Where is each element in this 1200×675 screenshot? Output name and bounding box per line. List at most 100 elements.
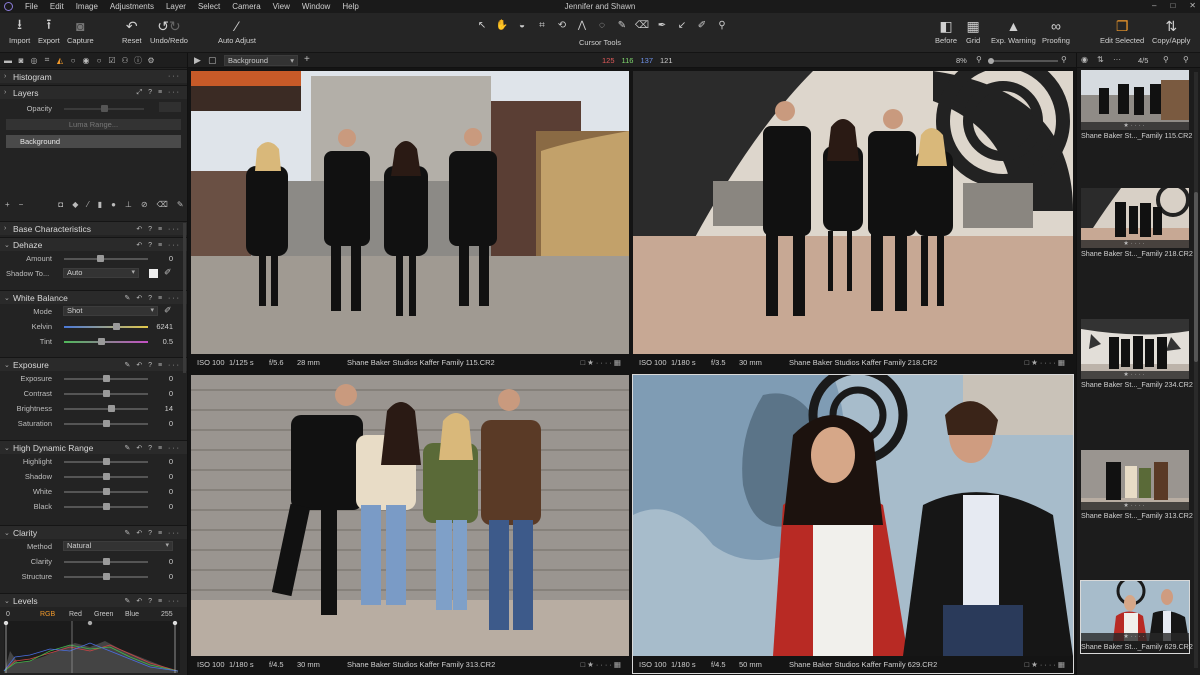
section-controls-icon[interactable]: ✎ ↶ ? ≡ ··· — [125, 444, 181, 452]
section-controls-icon[interactable]: ✎ ↶ ? ≡ ··· — [125, 597, 181, 605]
thumbnail-218[interactable]: ★···· Shane Baker St..._Family 218.CR2 — [1081, 188, 1193, 260]
spot-removal-icon[interactable]: ◌ — [594, 18, 610, 32]
black-slider[interactable] — [64, 503, 148, 510]
undo-redo-button[interactable]: ↺ ↻ Undo/Redo — [150, 16, 188, 46]
crop-icon[interactable]: ⌗ — [534, 18, 550, 32]
viewer-cell-218[interactable]: ISO 100 1/180 s f/3.5 30 mm Shane Baker … — [633, 71, 1073, 371]
lens-tab-icon[interactable]: ◎ — [30, 56, 38, 65]
opacity-value[interactable] — [159, 102, 181, 112]
proofing-button[interactable]: ∞ Proofing — [1042, 16, 1070, 45]
auto-adjust-button[interactable]: ⁄ Auto Adjust — [218, 16, 256, 45]
contrast-slider[interactable] — [64, 390, 148, 397]
layer-select-dropdown[interactable]: Background ▾ — [224, 55, 298, 66]
mask-icon[interactable]: ◘ — [58, 200, 63, 209]
opacity-slider[interactable] — [64, 105, 144, 112]
pen-mask-icon[interactable]: ⁄ — [87, 200, 88, 209]
minimize-button[interactable]: – — [1152, 1, 1156, 10]
exposure-tab-icon[interactable]: ◭ — [56, 56, 64, 65]
copy-apply-button[interactable]: ⇅ Copy/Apply — [1152, 16, 1190, 46]
tint-slider[interactable] — [64, 338, 148, 345]
gradient-icon[interactable]: ↙ — [674, 18, 690, 32]
library-tab-icon[interactable]: ▬ — [4, 56, 12, 65]
pen-icon[interactable]: ✒ — [654, 18, 670, 32]
channel-red[interactable]: Red — [69, 611, 82, 618]
menu-camera[interactable]: Camera — [232, 2, 260, 11]
luma-range-button[interactable]: Luma Range... — [6, 119, 181, 130]
menu-edit[interactable]: Edit — [50, 2, 64, 11]
white-balance-header[interactable]: ⌄ White Balance ✎ ↶ ? ≡ ··· — [0, 290, 187, 304]
rating-stars[interactable]: □★····▦ — [1025, 660, 1067, 669]
search-icon[interactable]: ⚲ — [1163, 55, 1169, 64]
rating-stars[interactable]: □★····▦ — [581, 660, 623, 669]
remove-layer-icon[interactable]: − — [19, 200, 24, 209]
crop-tab-icon[interactable]: ⌗ — [43, 55, 51, 64]
saturation-slider[interactable] — [64, 420, 148, 427]
capture-button[interactable]: ◙ Capture — [67, 16, 94, 45]
wb-mode-dropdown[interactable]: Shot — [63, 306, 158, 316]
color-picker-icon[interactable]: ✐ — [694, 18, 710, 32]
highlight-slider[interactable] — [64, 458, 148, 465]
layer-item-background[interactable]: Background — [6, 135, 181, 148]
dehaze-header[interactable]: ⌄ Dehaze ↶ ? ≡ ··· — [0, 237, 187, 251]
details-tab-icon[interactable]: ◉ — [82, 56, 90, 65]
layers-header[interactable]: › Layers ⤢ ? ≡ ··· — [0, 85, 187, 99]
white-slider[interactable] — [64, 488, 148, 495]
eye-icon[interactable]: ◉ — [1081, 55, 1088, 64]
viewer-cell-629[interactable]: ISO 100 1/180 s f/4.5 50 mm Shane Baker … — [632, 374, 1074, 674]
rotate-icon[interactable]: ⟲ — [554, 18, 570, 32]
levels-histogram[interactable] — [0, 621, 187, 673]
shadow-tone-dropdown[interactable]: Auto — [63, 268, 139, 278]
info-tab-icon[interactable]: ⓘ — [134, 56, 142, 65]
clarity-header[interactable]: ⌄ Clarity ✎ ↶ ? ≡ ··· — [0, 525, 187, 539]
menu-select[interactable]: Select — [198, 2, 220, 11]
channel-rgb[interactable]: RGB — [40, 611, 55, 618]
linear-gradient-icon[interactable]: ▮ — [98, 200, 102, 209]
photo-629[interactable] — [633, 375, 1073, 656]
single-view-icon[interactable]: ▢ — [208, 55, 217, 66]
thumbnail-629-selected[interactable]: ★···· Shane Baker St..._Family 629.CR2 — [1080, 580, 1193, 654]
menu-image[interactable]: Image — [76, 2, 98, 11]
section-controls-icon[interactable]: ↶ ? ≡ ··· — [136, 241, 181, 249]
levels-min[interactable]: 0 — [6, 611, 10, 618]
zoom-out-icon[interactable]: ⚲ — [976, 55, 982, 64]
color-tab-icon[interactable]: ○ — [69, 56, 77, 65]
keystone-icon[interactable]: ⋀ — [574, 18, 590, 32]
histogram-header[interactable]: › Histogram ··· — [0, 69, 187, 83]
zoom-in-icon[interactable]: ⚲ — [1061, 55, 1067, 64]
erase-mask-icon[interactable]: ⌫ — [157, 200, 168, 209]
radial-gradient-icon[interactable]: ● — [111, 200, 116, 209]
kelvin-slider[interactable] — [64, 323, 148, 330]
zoom-slider[interactable] — [988, 58, 1058, 64]
edit-selected-button[interactable]: ❐ Edit Selected — [1100, 16, 1144, 46]
more-icon[interactable]: ··· — [168, 73, 181, 80]
rating-stars[interactable]: □★····▦ — [581, 358, 623, 367]
clarity-slider[interactable] — [64, 558, 148, 565]
select-cursor-icon[interactable]: ↖ — [474, 18, 490, 32]
photo-218[interactable] — [633, 71, 1073, 354]
metadata-tab-icon[interactable]: ☑ — [108, 56, 116, 65]
output-tab-icon[interactable]: ⚇ — [121, 56, 129, 65]
photo-115[interactable] — [191, 71, 629, 354]
color-swatch[interactable] — [149, 269, 158, 278]
section-controls-icon[interactable]: ⤢ ? ≡ ··· — [137, 89, 181, 97]
add-layer-icon[interactable]: + — [304, 54, 310, 65]
wb-picker-icon[interactable]: ✐ — [164, 305, 172, 316]
brightness-slider[interactable] — [64, 405, 148, 412]
section-controls-icon[interactable]: ✎ ↶ ? ≡ ··· — [125, 294, 181, 302]
section-controls-icon[interactable]: ↶ ? ≡ ··· — [136, 225, 181, 233]
menu-help[interactable]: Help — [342, 2, 358, 11]
menu-adjustments[interactable]: Adjustments — [110, 2, 154, 11]
eyedropper-icon[interactable]: ⚲ — [714, 18, 730, 32]
settings-tab-icon[interactable]: ⚙ — [147, 56, 155, 65]
channel-green[interactable]: Green — [94, 611, 113, 618]
thumbnail-115[interactable]: ★···· Shane Baker St..._Family 115.CR2 — [1081, 70, 1192, 142]
levels-max[interactable]: 255 — [161, 611, 173, 618]
loupe-icon[interactable]: ◒ — [514, 18, 530, 32]
maximize-button[interactable]: □ — [1170, 1, 1175, 10]
stamp-icon[interactable]: ⊥ — [125, 200, 132, 209]
section-controls-icon[interactable]: ✎ ↶ ? ≡ ··· — [125, 361, 181, 369]
filter-search-icon[interactable]: ⚲ — [1183, 55, 1189, 64]
menu-layer[interactable]: Layer — [166, 2, 186, 11]
clarity-method-dropdown[interactable]: Natural — [63, 541, 173, 551]
close-button[interactable]: ✕ — [1189, 1, 1196, 10]
